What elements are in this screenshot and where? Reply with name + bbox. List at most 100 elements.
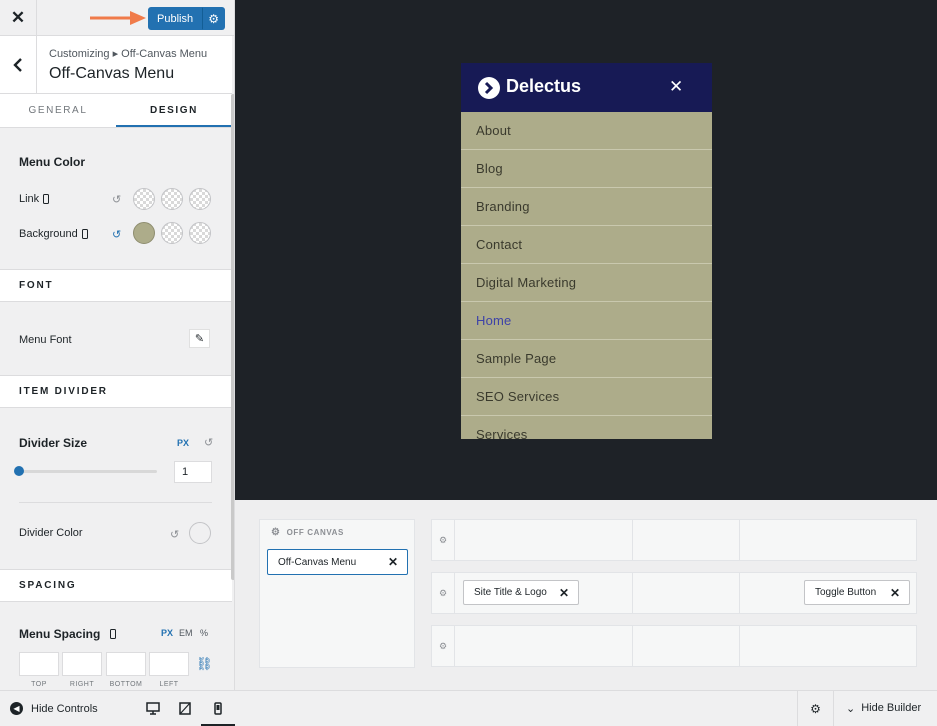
- builder-cell[interactable]: [633, 573, 740, 613]
- off-canvas-area-label: ⚙ OFF CANVAS: [271, 527, 344, 538]
- menu-spacing-title: Menu Spacing: [19, 627, 101, 641]
- builder-cell[interactable]: [455, 520, 633, 560]
- gear-icon[interactable]: ⚙: [432, 573, 455, 613]
- off-canvas-area: ⚙ OFF CANVAS Off-Canvas Menu ✕: [259, 519, 415, 668]
- builder-row-top: ⚙: [431, 519, 917, 561]
- font-band-label: FONT: [19, 280, 54, 291]
- collapse-arrow-icon: ◀: [10, 702, 23, 715]
- brand-logo-icon: [478, 77, 500, 99]
- tab-general[interactable]: GENERAL: [0, 94, 116, 127]
- remove-icon[interactable]: ✕: [388, 555, 398, 569]
- chevron-down-icon: ⌄: [846, 703, 856, 715]
- gear-icon[interactable]: ⚙: [432, 626, 455, 666]
- spacing-right-label: RIGHT: [69, 681, 95, 688]
- builder-cell[interactable]: [633, 626, 740, 666]
- divider-line: [19, 502, 212, 503]
- remove-icon[interactable]: ✕: [890, 586, 900, 600]
- menu-font-label: Menu Font: [19, 334, 72, 346]
- publish-button[interactable]: Publish: [148, 7, 203, 30]
- hide-controls-button[interactable]: ◀ Hide Controls: [10, 702, 98, 715]
- menu-spacing-row: Menu Spacing: [19, 627, 117, 641]
- builder-row-main: ⚙ Site Title & Logo ✕ Toggle Button ✕: [431, 572, 917, 614]
- reset-icon[interactable]: ↺: [170, 528, 179, 541]
- builder-cell[interactable]: [455, 626, 633, 666]
- close-icon[interactable]: ✕: [669, 77, 683, 97]
- gear-icon[interactable]: ⚙: [432, 520, 455, 560]
- mobile-preview-icon[interactable]: [209, 699, 227, 717]
- device-mobile-icon[interactable]: [43, 194, 50, 204]
- bottom-bar: ◀ Hide Controls ⚙ ⌄ Hide Builder: [0, 690, 937, 726]
- spacing-top-input[interactable]: [19, 652, 59, 676]
- menu-item-branding[interactable]: Branding: [461, 188, 712, 226]
- publish-settings-gear-icon[interactable]: ⚙: [202, 7, 226, 30]
- spacing-unit-em[interactable]: EM: [179, 628, 193, 638]
- customizer-topbar: ✕ Publish ⚙: [0, 0, 234, 36]
- chip-label: Toggle Button: [815, 587, 877, 598]
- divider-color-label: Divider Color: [19, 527, 83, 539]
- customizer-sidebar: ✕ Publish ⚙ Customizing ▸ Off-Canvas Men…: [0, 0, 235, 690]
- off-canvas-header: Delectus ✕: [461, 63, 712, 112]
- gear-icon[interactable]: ⚙: [271, 527, 281, 538]
- divider-size-input[interactable]: 1: [174, 461, 212, 483]
- spacing-bottom-label: BOTTOM: [109, 681, 143, 688]
- menu-item-contact[interactable]: Contact: [461, 226, 712, 264]
- arrow-pointer-icon: [90, 11, 146, 25]
- gear-icon[interactable]: ⚙: [798, 691, 834, 726]
- spacing-unit-percent[interactable]: %: [200, 628, 208, 638]
- menu-item-about[interactable]: About: [461, 112, 712, 150]
- background-color-swatch[interactable]: [133, 222, 155, 244]
- menu-item-seo-services[interactable]: SEO Services: [461, 378, 712, 416]
- spacing-bottom-input[interactable]: [106, 652, 146, 676]
- off-canvas-menu-chip[interactable]: Off-Canvas Menu ✕: [267, 549, 408, 575]
- remove-icon[interactable]: ✕: [559, 586, 569, 600]
- builder-row-bottom: ⚙: [431, 625, 917, 667]
- back-chevron-icon[interactable]: [0, 36, 37, 94]
- menu-item-sample-page[interactable]: Sample Page: [461, 340, 712, 378]
- brand-name[interactable]: Delectus: [506, 76, 581, 97]
- hide-builder-button[interactable]: ⌄ Hide Builder: [846, 702, 921, 715]
- close-icon[interactable]: ✕: [0, 0, 37, 36]
- device-mobile-icon[interactable]: [110, 629, 117, 639]
- hide-controls-label: Hide Controls: [31, 702, 98, 715]
- background-label: Background: [19, 228, 78, 240]
- site-title-logo-chip[interactable]: Site Title & Logo ✕: [463, 580, 579, 605]
- spacing-top-label: TOP: [31, 681, 47, 688]
- divider-unit-px[interactable]: PX: [177, 438, 189, 448]
- publish-group: Publish ⚙: [148, 7, 226, 30]
- builder-cell[interactable]: [633, 520, 740, 560]
- chip-label: Off-Canvas Menu: [278, 556, 357, 568]
- spacing-unit-px[interactable]: PX: [161, 628, 173, 638]
- spacing-right-input[interactable]: [62, 652, 102, 676]
- spacing-band-label: SPACING: [19, 580, 77, 591]
- desktop-preview-icon[interactable]: [144, 699, 162, 717]
- link-active-color-swatch[interactable]: [189, 188, 211, 210]
- tab-design[interactable]: DESIGN: [116, 94, 232, 127]
- background-active-color-swatch[interactable]: [189, 222, 211, 244]
- breadcrumb: Customizing ▸ Off-Canvas Menu: [49, 48, 208, 60]
- menu-item-services[interactable]: Services: [461, 416, 712, 439]
- background-row-label: Background: [19, 228, 88, 240]
- reset-icon[interactable]: ↺: [112, 228, 121, 241]
- background-hover-color-swatch[interactable]: [161, 222, 183, 244]
- chip-label: Site Title & Logo: [474, 587, 547, 598]
- hide-builder-label: Hide Builder: [861, 702, 922, 714]
- divider-slider-track[interactable]: [19, 470, 157, 473]
- divider-slider-handle[interactable]: [14, 466, 24, 476]
- pencil-edit-icon[interactable]: ✎: [189, 329, 210, 348]
- spacing-left-input[interactable]: [149, 652, 189, 676]
- menu-color-title: Menu Color: [19, 155, 85, 169]
- toggle-button-chip[interactable]: Toggle Button ✕: [804, 580, 910, 605]
- item-divider-band-label: ITEM DIVIDER: [19, 386, 108, 397]
- device-mobile-icon[interactable]: [81, 229, 88, 239]
- reset-icon[interactable]: ↺: [204, 436, 213, 449]
- divider-color-swatch[interactable]: [189, 522, 211, 544]
- menu-item-blog[interactable]: Blog: [461, 150, 712, 188]
- reset-icon[interactable]: ↺: [112, 193, 121, 206]
- menu-item-digital-marketing[interactable]: Digital Marketing: [461, 264, 712, 302]
- link-color-swatch[interactable]: [133, 188, 155, 210]
- link-values-icon[interactable]: ⛓: [196, 656, 213, 672]
- tablet-preview-icon[interactable]: [176, 699, 194, 717]
- menu-item-home[interactable]: Home: [461, 302, 712, 340]
- link-hover-color-swatch[interactable]: [161, 188, 183, 210]
- section-title: Off-Canvas Menu: [49, 65, 175, 82]
